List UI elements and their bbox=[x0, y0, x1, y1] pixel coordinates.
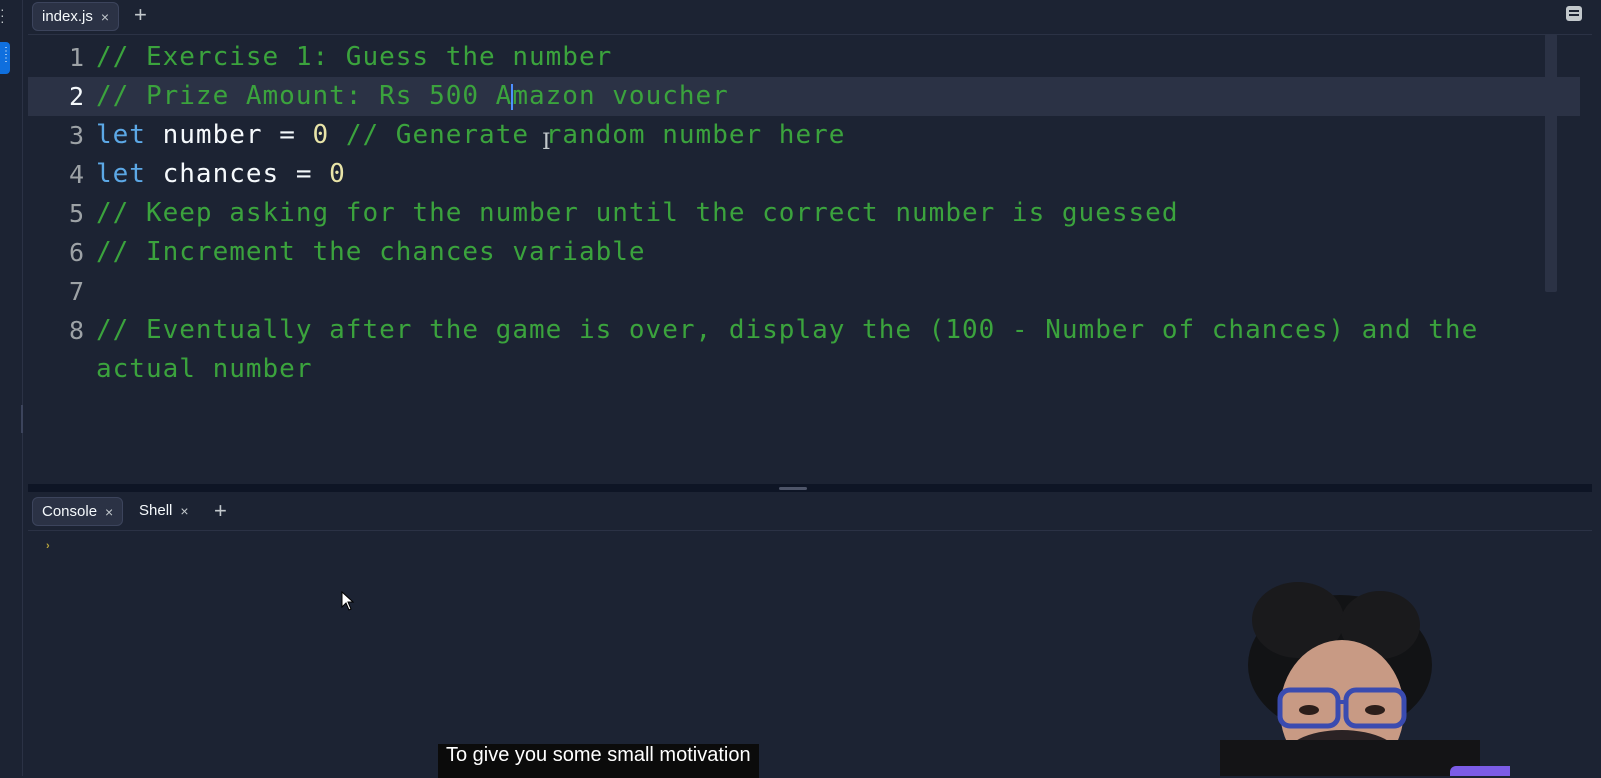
code-line[interactable]: 7 bbox=[28, 272, 1580, 311]
line-number: 5 bbox=[68, 199, 84, 228]
code-line[interactable]: 6 // Increment the chances variable bbox=[28, 233, 1580, 272]
text-cursor-icon: I bbox=[542, 130, 551, 155]
keyword-token: let bbox=[96, 120, 146, 150]
comment-token: // Exercise 1: Guess the number bbox=[96, 42, 613, 72]
line-text: // Exercise 1: Guess the number bbox=[96, 38, 612, 77]
code-line[interactable]: 4 let chances = 0 bbox=[28, 155, 1580, 194]
pane-splitter[interactable] bbox=[28, 484, 1592, 492]
number-token: 0 bbox=[329, 159, 346, 189]
video-subtitle: To give you some small motivation bbox=[438, 744, 759, 778]
files-panel-toggle[interactable]: ⋮ ⋮ bbox=[0, 42, 11, 74]
line-number: 8 bbox=[68, 316, 84, 345]
comment-token: // Keep asking for the number until the … bbox=[96, 198, 1179, 228]
comment-token: // Generate random number here bbox=[329, 120, 846, 150]
tab-label: index.js bbox=[42, 8, 93, 25]
line-text: // Increment the chances variable bbox=[96, 233, 646, 272]
line-text: let number = 0 // Generate random number… bbox=[96, 116, 845, 155]
editor-tabbar: index.js × + bbox=[28, 0, 1592, 35]
sidebar-resize-handle[interactable] bbox=[21, 405, 23, 433]
line-text: // Prize Amount: Rs 500 Amazon voucher bbox=[96, 77, 729, 116]
code-line[interactable]: 3 let number = 0 // Generate random numbe… bbox=[28, 116, 1580, 155]
close-icon[interactable]: × bbox=[105, 504, 122, 520]
list-icon: ⋮ ⋮ bbox=[1, 46, 11, 64]
more-options-icon[interactable]: · · · bbox=[0, 2, 5, 28]
keyword-token: let bbox=[96, 159, 146, 189]
identifier-token: chances bbox=[145, 159, 296, 189]
line-number: 1 bbox=[68, 43, 84, 72]
add-tab-icon[interactable]: + bbox=[134, 3, 147, 27]
editor-scrollbar[interactable] bbox=[1545, 34, 1557, 292]
identifier-token: = bbox=[279, 120, 313, 150]
presenter-image bbox=[1220, 582, 1480, 776]
line-number: 7 bbox=[68, 277, 84, 306]
tab-shell[interactable]: Shell × bbox=[130, 497, 198, 524]
tab-label: Shell bbox=[139, 502, 173, 519]
line-text: // Eventually after the game is over, di… bbox=[96, 311, 1546, 389]
tab-label: Console bbox=[42, 503, 98, 520]
line-text: let chances = 0 bbox=[96, 155, 346, 194]
close-icon[interactable]: × bbox=[101, 9, 118, 25]
tab-index-js[interactable]: index.js × bbox=[32, 2, 120, 31]
editor-pane: index.js × + 1 // Exercise 1: Guess the n… bbox=[28, 0, 1592, 492]
code-line[interactable]: 8 // Eventually after the game is over, d… bbox=[28, 311, 1580, 389]
identifier-token: number bbox=[145, 120, 280, 150]
line-number: 6 bbox=[68, 238, 84, 267]
splitter-grip[interactable] bbox=[779, 487, 807, 490]
comment-token: // Increment the chances variable bbox=[96, 237, 646, 267]
close-icon[interactable]: × bbox=[180, 503, 197, 519]
comment-token: // Prize Amount: Rs 500 A bbox=[96, 81, 513, 111]
left-rail: · · · ⋮ ⋮ bbox=[0, 0, 23, 776]
webcam-overlay bbox=[1180, 570, 1510, 776]
line-number: 3 bbox=[68, 121, 84, 150]
add-tab-icon[interactable]: + bbox=[214, 499, 227, 523]
code-line[interactable]: 1 // Exercise 1: Guess the number bbox=[28, 38, 1580, 77]
code-line[interactable]: 2 // Prize Amount: Rs 500 Amazon voucher bbox=[28, 77, 1580, 116]
code-editor[interactable]: 1 // Exercise 1: Guess the number 2 // Priz… bbox=[28, 38, 1580, 389]
console-tabbar: Console × Shell × + bbox=[28, 492, 1592, 531]
line-number: 4 bbox=[68, 160, 84, 189]
comment-token: // Eventually after the game is over, di… bbox=[96, 315, 1479, 384]
tab-console[interactable]: Console × bbox=[32, 497, 124, 526]
layout-icon[interactable] bbox=[1566, 6, 1582, 21]
line-text: // Keep asking for the number until the … bbox=[96, 194, 1178, 233]
number-token: 0 bbox=[312, 120, 330, 150]
line-number: 2 bbox=[68, 82, 84, 111]
console-prompt-icon: › bbox=[46, 540, 50, 552]
identifier-token: = bbox=[295, 159, 330, 189]
overlay-badge bbox=[1450, 766, 1510, 776]
comment-token: mazon voucher bbox=[512, 81, 729, 111]
mouse-pointer-icon bbox=[341, 591, 355, 611]
code-line[interactable]: 5 // Keep asking for the number until the… bbox=[28, 194, 1580, 233]
